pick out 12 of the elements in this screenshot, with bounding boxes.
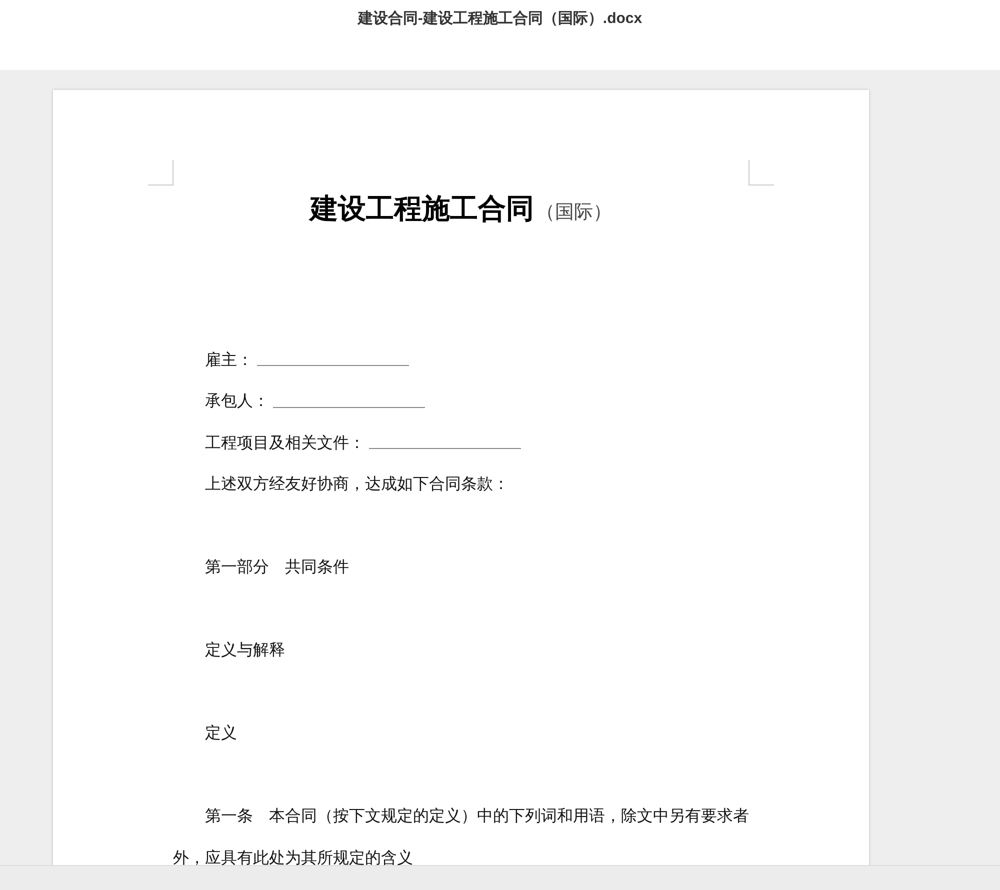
margin-corner-icon [748, 160, 774, 186]
field-label: 承包人： [205, 390, 269, 412]
paragraph: 第一部分 共同条件 [204, 556, 350, 578]
field-label: 雇主： [205, 348, 253, 371]
paragraph: 上述双方经友好协商，达成如下合同条款： [204, 473, 510, 496]
field-label: 工程项目及相关文件： [205, 432, 365, 454]
contract-title: 建设工程施工合同 [310, 192, 534, 225]
contract-subtitle: （国际） [536, 200, 612, 223]
paragraph: 定义与解释 [204, 639, 286, 662]
margin-corner-icon [148, 160, 174, 186]
document-title: 建设合同-建设工程施工合同（国际）.docx [358, 9, 642, 29]
paragraph: 定义 [204, 722, 238, 744]
